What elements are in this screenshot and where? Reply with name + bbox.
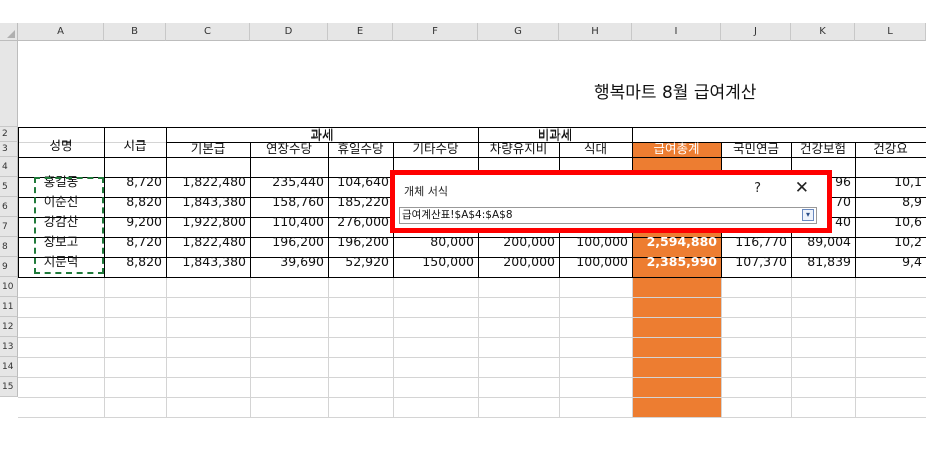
gridline-horizontal: [18, 317, 926, 318]
corner-triangle-icon: [7, 30, 15, 38]
cell-reference-input[interactable]: 급여계산표!$A$4:$A$8 ▾: [399, 207, 817, 224]
cell-meal[interactable]: 100,000: [559, 252, 632, 272]
cell-holiday[interactable]: 185,220: [328, 192, 393, 212]
cell-overtime[interactable]: 235,440: [250, 172, 328, 192]
cell-wage[interactable]: 8,720: [104, 172, 166, 192]
column-header-g[interactable]: G: [478, 23, 559, 41]
cell-care[interactable]: 10,6: [855, 212, 926, 232]
cell-holiday[interactable]: 52,920: [328, 252, 393, 272]
cell-care[interactable]: 10,2: [855, 232, 926, 252]
subheader-8: 건강보험: [799, 141, 846, 156]
cell-total[interactable]: 2,385,990: [632, 252, 721, 272]
row-header-3[interactable]: 3: [0, 142, 18, 157]
gridline-horizontal: [18, 297, 926, 298]
cell-wage[interactable]: 9,200: [104, 212, 166, 232]
row-header-12[interactable]: 12: [0, 317, 18, 337]
cell-holiday[interactable]: 276,000: [328, 212, 393, 232]
collapse-dialog-icon[interactable]: ▾: [802, 209, 814, 221]
cell-pension[interactable]: 116,770: [721, 232, 791, 252]
cell-health[interactable]: 89,004: [791, 232, 855, 252]
row-header-1[interactable]: [0, 41, 18, 127]
column-header-i[interactable]: I: [632, 23, 721, 41]
cell-other[interactable]: 80,000: [393, 232, 478, 252]
row-header-10[interactable]: 10: [0, 277, 18, 297]
cell-overtime[interactable]: 196,200: [250, 232, 328, 252]
column-header-j[interactable]: J: [721, 23, 791, 41]
gridline-horizontal: [18, 357, 926, 358]
cell-holiday[interactable]: 104,640: [328, 172, 393, 192]
dialog-title: 개체 서식: [404, 185, 448, 198]
cell-wage[interactable]: 8,820: [104, 192, 166, 212]
column-header-d[interactable]: D: [250, 23, 328, 41]
column-header-k[interactable]: K: [791, 23, 855, 41]
row-header-8[interactable]: 8: [0, 237, 18, 257]
cell-wage[interactable]: 8,720: [104, 232, 166, 252]
cell-car[interactable]: 200,000: [478, 252, 559, 272]
cell-care[interactable]: 10,1: [855, 172, 926, 192]
format-object-dialog[interactable]: 개체 서식 ? ✕ 급여계산표!$A$4:$A$8 ▾: [390, 170, 832, 233]
row-header-14[interactable]: 14: [0, 357, 18, 377]
close-button[interactable]: ✕: [795, 178, 809, 198]
row-header-9[interactable]: 9: [0, 257, 18, 277]
subheader-1: 연장수당: [265, 141, 312, 156]
row-header-15[interactable]: 15: [0, 377, 18, 397]
row-header-11[interactable]: 11: [0, 297, 18, 317]
cell-base[interactable]: 1,922,800: [166, 212, 250, 232]
gridline-horizontal: [18, 397, 926, 398]
subheader-5: 식대: [583, 141, 607, 156]
cell-meal[interactable]: 100,000: [559, 232, 632, 252]
cell-care[interactable]: 8,9: [855, 192, 926, 212]
cell-wage[interactable]: 8,820: [104, 252, 166, 272]
row-header-5[interactable]: 5: [0, 177, 18, 197]
sheet-title: 행복마트 8월 급여계산: [594, 83, 757, 103]
column-header-a[interactable]: A: [18, 23, 104, 41]
column-header-b[interactable]: B: [104, 23, 166, 41]
cell-car[interactable]: 200,000: [478, 232, 559, 252]
row-header-4[interactable]: 4: [0, 157, 18, 177]
help-button[interactable]: ?: [754, 181, 761, 196]
cell-total[interactable]: 2,594,880: [632, 232, 721, 252]
cell-base[interactable]: 1,843,380: [166, 192, 250, 212]
cell-reference-value: 급여계산표!$A$4:$A$8: [402, 209, 513, 221]
cell-health[interactable]: 81,839: [791, 252, 855, 272]
cell-pension[interactable]: 107,370: [721, 252, 791, 272]
table-border-bottom: [18, 277, 926, 278]
cell-holiday[interactable]: 196,200: [328, 232, 393, 252]
select-all-corner[interactable]: [0, 23, 18, 41]
subheader-6: 급여총계: [653, 141, 700, 156]
column-header-c[interactable]: C: [166, 23, 250, 41]
subheader-7: 국민연금: [732, 141, 779, 156]
subheader-2: 휴일수당: [337, 141, 384, 156]
cell-base[interactable]: 1,843,380: [166, 252, 250, 272]
row-header-2[interactable]: 2: [0, 127, 18, 142]
gridline-horizontal: [18, 337, 926, 338]
subheader-3: 기타수당: [412, 141, 459, 156]
copy-marquee: [34, 177, 104, 274]
subheader-9: 건강요: [873, 141, 908, 156]
column-header-f[interactable]: F: [393, 23, 478, 41]
cell-overtime[interactable]: 158,760: [250, 192, 328, 212]
row-header-7[interactable]: 7: [0, 217, 18, 237]
row-header-13[interactable]: 13: [0, 337, 18, 357]
cell-other[interactable]: 150,000: [393, 252, 478, 272]
column-header-h[interactable]: H: [559, 23, 632, 41]
column-header-e[interactable]: E: [328, 23, 393, 41]
cell-overtime[interactable]: 39,690: [250, 252, 328, 272]
header-wage-text: 시급: [123, 138, 147, 153]
subheader-4: 차량유지비: [489, 141, 548, 156]
cell-care[interactable]: 9,4: [855, 252, 926, 272]
subheader-0: 기본급: [190, 141, 226, 156]
cell-overtime[interactable]: 110,400: [250, 212, 328, 232]
gridline-horizontal: [18, 377, 926, 378]
row-header-6[interactable]: 6: [0, 197, 18, 217]
column-header-l[interactable]: L: [855, 23, 926, 41]
header-name-text: 성명: [49, 138, 73, 153]
cell-base[interactable]: 1,822,480: [166, 232, 250, 252]
cell-base[interactable]: 1,822,480: [166, 172, 250, 192]
gridline-horizontal: [18, 417, 926, 418]
